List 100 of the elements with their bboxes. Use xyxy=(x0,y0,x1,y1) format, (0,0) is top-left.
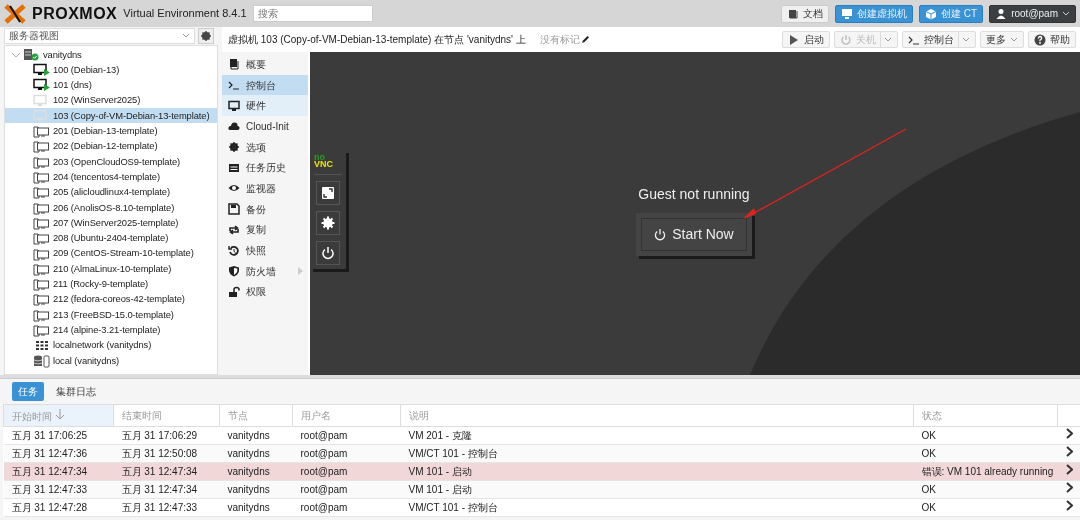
tab[interactable]: 集群日志 xyxy=(50,382,102,401)
tree-item[interactable]: 201 (Debian-13-template) xyxy=(5,123,217,139)
template-icon xyxy=(33,200,51,215)
tree-item[interactable]: localnetwork (vanitydns) xyxy=(5,337,217,353)
power-icon xyxy=(321,246,335,261)
user-menu-button[interactable]: root@pam xyxy=(989,4,1076,23)
caret-icon xyxy=(182,32,190,39)
start-button[interactable]: 启动 xyxy=(782,31,830,48)
running-vm-icon xyxy=(33,62,51,77)
tree-item[interactable]: 202 (Debian-12-template) xyxy=(5,138,217,155)
start-now-button[interactable]: Start Now xyxy=(641,218,747,251)
tree-item[interactable]: 213 (FreeBSD-15.0-template) xyxy=(5,307,217,323)
tree-item[interactable]: 203 (OpenCloudOS9-template) xyxy=(5,154,217,170)
power-icon xyxy=(840,33,852,46)
user-icon xyxy=(995,7,1008,20)
tree-item[interactable]: 214 (alpine-3.21-template) xyxy=(5,322,217,338)
fullscreen-icon xyxy=(321,186,335,201)
floppy-icon xyxy=(228,203,240,216)
template-icon xyxy=(33,292,51,307)
table-cell: vanitydns xyxy=(219,426,293,445)
tree-item[interactable]: vanitydns xyxy=(5,47,217,63)
template-icon xyxy=(33,277,51,292)
menu-item[interactable]: 硬件 xyxy=(222,95,308,117)
menu-item[interactable]: 防火墙 xyxy=(222,260,308,282)
fullscreen-button[interactable] xyxy=(316,181,340,206)
tree-item[interactable]: local (vanitydns) xyxy=(5,352,217,369)
tree-item[interactable]: 100 (Debian-13) xyxy=(5,62,217,78)
table-cell: OK xyxy=(913,426,1058,445)
tree-item[interactable]: 206 (AnolisOS-8.10-template) xyxy=(5,199,217,216)
menu-item[interactable]: 概要 xyxy=(222,54,308,75)
shield-icon xyxy=(228,265,240,278)
product-name: Virtual Environment 8.4.1 xyxy=(123,6,247,22)
table-cell: 五月 31 17:06:29 xyxy=(113,426,220,445)
docs-button[interactable]: 文档 xyxy=(781,4,830,23)
view-select[interactable]: 服务器视图 xyxy=(4,27,195,44)
menu-item[interactable]: 备份 xyxy=(222,198,308,220)
tree-item[interactable]: 103 (Copy-of-VM-Debian-13-template) xyxy=(5,108,217,124)
cloud-icon xyxy=(228,120,240,133)
gear-icon xyxy=(201,30,211,41)
menu-item[interactable]: Cloud-Init xyxy=(222,116,308,137)
tree-item[interactable]: 102 (WinServer2025) xyxy=(5,92,217,109)
menu-item[interactable]: 选项 xyxy=(222,136,308,158)
table-cell: root@pam xyxy=(292,426,401,445)
template-icon xyxy=(33,185,51,200)
search-field[interactable]: 搜索 xyxy=(252,5,373,22)
list-icon xyxy=(228,161,240,174)
table-cell: VM/CT 101 - 控制台 xyxy=(400,498,914,517)
pencil-icon xyxy=(580,35,590,44)
status-message: Guest not running xyxy=(638,185,750,204)
tree-item[interactable]: 207 (WinServer2025-template) xyxy=(5,215,217,231)
logo: PROXMOX xyxy=(32,5,118,22)
monitor-icon xyxy=(228,99,240,112)
storage-icon xyxy=(33,353,51,368)
tree-item[interactable]: 204 (tencentos4-template) xyxy=(5,169,217,185)
more-button[interactable]: 更多 xyxy=(980,31,1024,48)
help-icon xyxy=(1034,33,1046,46)
template-icon xyxy=(33,323,51,337)
table-cell: root@pam xyxy=(292,498,401,517)
template-icon xyxy=(33,139,51,154)
logo-x-icon xyxy=(4,3,26,24)
menu-item[interactable]: 任务历史 xyxy=(222,157,308,179)
menu-item[interactable]: 权限 xyxy=(222,281,308,303)
console-button[interactable]: 控制台 xyxy=(902,31,976,48)
settings-icon xyxy=(321,216,335,231)
menu-item[interactable]: 快照 xyxy=(222,240,308,261)
tree-item[interactable]: 101 (dns) xyxy=(5,77,217,93)
play-icon xyxy=(788,33,800,46)
table-cell: VM 201 - 克隆 xyxy=(400,426,914,445)
template-icon xyxy=(33,154,51,169)
unlock-icon xyxy=(228,285,240,298)
book-icon xyxy=(787,7,800,20)
template-icon xyxy=(33,246,51,261)
table-cell: vanitydns xyxy=(219,498,293,517)
menu-item[interactable]: 监视器 xyxy=(222,178,308,199)
terminal-icon xyxy=(228,79,240,92)
history-icon xyxy=(228,244,240,257)
template-icon xyxy=(33,307,51,322)
monitor-icon xyxy=(841,7,854,20)
help-button[interactable]: 帮助 xyxy=(1028,31,1076,48)
tree-item[interactable]: 210 (AlmaLinux-10-template) xyxy=(5,261,217,277)
tree-item[interactable]: 212 (fedora-coreos-42-template) xyxy=(5,291,217,308)
table-cell: 五月 31 17:06:25 xyxy=(3,426,114,445)
network-grid-icon xyxy=(33,338,51,353)
collapse-caret-icon xyxy=(11,50,21,59)
template-icon xyxy=(33,124,51,139)
settings-button[interactable] xyxy=(316,211,340,236)
menu-item[interactable]: 控制台 xyxy=(222,74,308,96)
content-title: 虚拟机 103 (Copy-of-VM-Debian-13-template) 在节点 'vanitydns' 上 xyxy=(228,33,526,47)
tree-item[interactable]: 208 (Ubuntu-2404-template) xyxy=(5,230,217,246)
running-vm-icon xyxy=(33,78,51,93)
template-icon xyxy=(33,261,51,276)
tree-item[interactable]: 211 (Rocky-9-template) xyxy=(5,276,217,292)
power-button[interactable] xyxy=(316,241,340,266)
menu-item[interactable]: 复制 xyxy=(222,219,308,241)
table-cell: 五月 31 12:47:28 xyxy=(3,498,114,517)
table-cell: OK xyxy=(913,498,1058,517)
gear-icon xyxy=(228,141,240,154)
table-cell: 五月 31 12:47:33 xyxy=(113,498,220,517)
tree-item[interactable]: 209 (CentOS-Stream-10-template) xyxy=(5,245,217,262)
tree-item[interactable]: 205 (alicloudlinux4-template) xyxy=(5,184,217,200)
